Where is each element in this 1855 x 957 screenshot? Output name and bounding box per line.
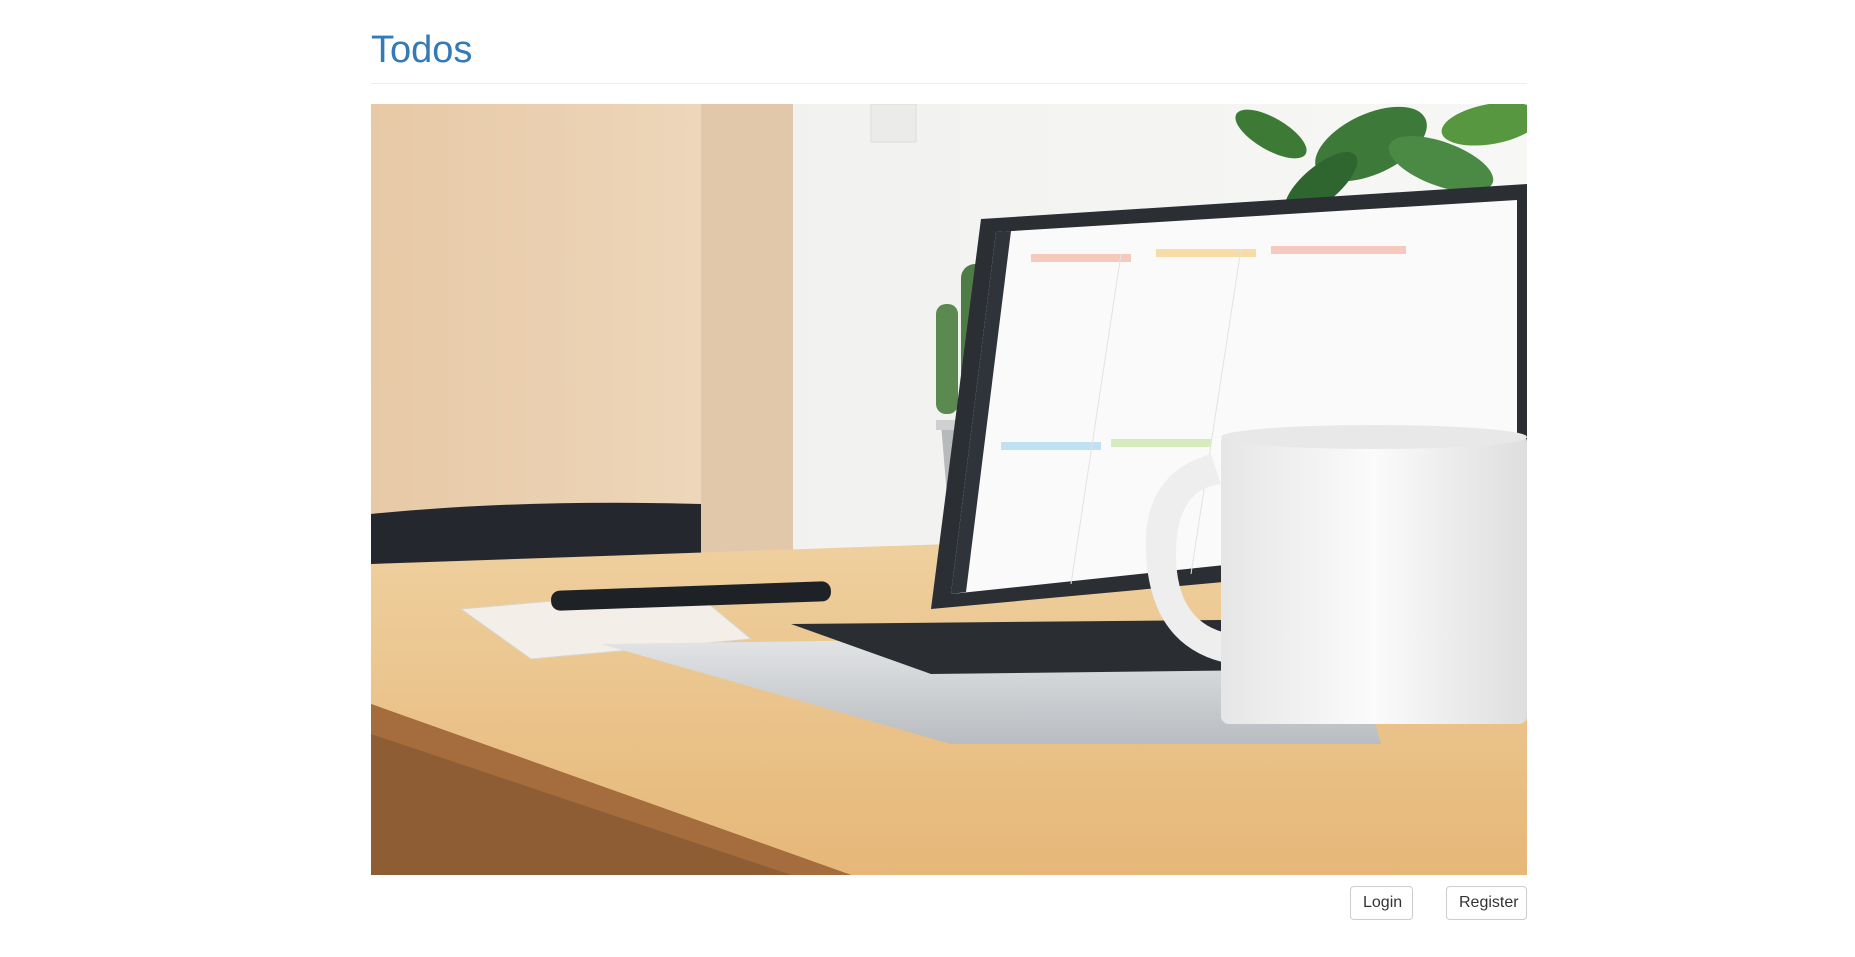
auth-actions: Login Register (371, 886, 1527, 920)
page-header: Todos (371, 24, 1527, 84)
wood-panel-side (701, 104, 793, 574)
wall-switch (870, 104, 917, 143)
page-title: Todos (371, 29, 473, 71)
laptop-desk-illustration (371, 104, 1527, 875)
login-button[interactable]: Login (1350, 886, 1413, 920)
hero-image (371, 104, 1527, 875)
register-button[interactable]: Register (1446, 886, 1527, 920)
